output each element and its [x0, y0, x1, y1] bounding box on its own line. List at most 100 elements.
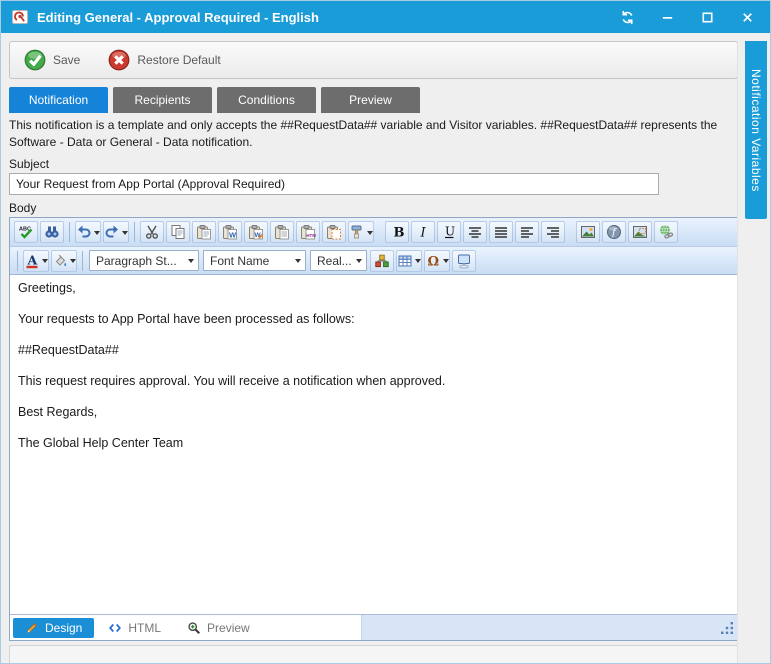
paste-html-icon[interactable]: HTML — [296, 221, 320, 243]
svg-text:W: W — [229, 231, 237, 240]
window-controls — [618, 8, 760, 26]
toolbar-separator — [134, 222, 135, 242]
editor-mode-tab-design[interactable]: Design — [13, 618, 94, 638]
save-label: Save — [53, 53, 80, 67]
title-bar: Editing General - Approval Required - En… — [1, 1, 770, 33]
spellcheck-icon[interactable]: ABC — [14, 221, 38, 243]
close-icon[interactable] — [738, 8, 756, 26]
chevron-down-icon — [356, 259, 362, 266]
dialog-footer-strip — [9, 645, 738, 664]
editor-content-area[interactable]: Greetings, Your requests to App Portal h… — [10, 274, 737, 614]
font-size-value: Real... — [317, 254, 352, 268]
paste-word-clean-icon[interactable]: W — [244, 221, 268, 243]
align-justify-icon[interactable] — [489, 221, 513, 243]
save-check-icon — [24, 49, 46, 71]
redo-icon[interactable] — [103, 221, 129, 243]
chevron-down-icon — [42, 259, 48, 266]
editor-mode-tab-label: HTML — [128, 621, 161, 635]
svg-text:HTML: HTML — [306, 233, 316, 238]
paste-word-icon[interactable]: W — [218, 221, 242, 243]
restore-default-button[interactable]: Restore Default — [108, 49, 220, 71]
chevron-down-icon — [94, 231, 100, 238]
magnifier-plus-icon — [187, 621, 201, 635]
paste-plain-icon[interactable] — [270, 221, 294, 243]
command-bar: Save Restore Default — [9, 41, 738, 79]
body-label: Body — [9, 201, 738, 215]
back-color-icon[interactable] — [51, 250, 77, 272]
template-notice-text: This notification is a template and only… — [9, 117, 738, 151]
tab-conditions[interactable]: Conditions — [217, 87, 316, 113]
dialog-window: Editing General - Approval Required - En… — [0, 0, 771, 664]
svg-text:I: I — [420, 226, 427, 241]
toolbar-separator — [82, 251, 83, 271]
editor-mode-strip: Design HTML Preview — [10, 614, 737, 640]
editor-toolbar-row1: ABC WW HTML BI Uf — [10, 218, 737, 246]
module-manager-icon[interactable] — [370, 250, 394, 272]
tab-recipients[interactable]: Recipients — [113, 87, 212, 113]
font-name-value: Font Name — [210, 254, 269, 268]
resize-grip[interactable] — [721, 622, 733, 634]
paste-icon[interactable] — [192, 221, 216, 243]
notification-variables-tab[interactable]: Notification Variables — [745, 41, 767, 219]
flash-manager-icon[interactable]: f — [602, 221, 626, 243]
cut-icon[interactable] — [140, 221, 164, 243]
chevron-down-icon — [443, 259, 449, 266]
side-panel-rail: Notification Variables — [737, 41, 770, 664]
subject-label: Subject — [9, 157, 738, 171]
paragraph-style-select[interactable]: Paragraph St... — [89, 250, 199, 271]
italic-icon[interactable]: I — [411, 221, 435, 243]
editor-mode-tab-label: Design — [45, 621, 82, 635]
editor-mode-tab-preview[interactable]: Preview — [175, 618, 262, 638]
rich-text-editor: ABC WW HTML BI Uf A Paragraph St... Font Name R… — [9, 217, 738, 641]
notification-tabs: NotificationRecipientsConditionsPreview — [9, 87, 738, 113]
bold-icon[interactable]: B — [385, 221, 409, 243]
chevron-down-icon — [415, 259, 421, 266]
chevron-down-icon — [295, 259, 301, 266]
dialog-body: Save Restore Default NotificationRecipie… — [1, 33, 770, 664]
editor-toolbar-row2: A Paragraph St... Font Name Real... Ω — [10, 246, 737, 274]
image-manager-icon[interactable] — [576, 221, 600, 243]
editor-mode-tabs: Design HTML Preview — [10, 615, 362, 640]
image-map-icon[interactable] — [628, 221, 652, 243]
restore-default-label: Restore Default — [137, 53, 220, 67]
chevron-down-icon — [367, 231, 373, 238]
align-right-icon[interactable] — [541, 221, 565, 243]
save-button[interactable]: Save — [24, 49, 80, 71]
chevron-down-icon — [188, 259, 194, 266]
paste-special-icon[interactable] — [322, 221, 346, 243]
chevron-down-icon — [122, 231, 128, 238]
font-name-select[interactable]: Font Name — [203, 250, 306, 271]
svg-text:B: B — [394, 226, 405, 241]
paragraph-style-value: Paragraph St... — [96, 254, 177, 268]
maximize-icon[interactable] — [698, 8, 716, 26]
toolbar-separator — [17, 251, 18, 271]
minimize-icon[interactable] — [658, 8, 676, 26]
refresh-icon[interactable] — [618, 8, 636, 26]
window-title: Editing General - Approval Required - En… — [37, 10, 618, 25]
tab-preview[interactable]: Preview — [321, 87, 420, 113]
align-center-icon[interactable] — [463, 221, 487, 243]
tab-notification[interactable]: Notification — [9, 87, 108, 113]
pencil-icon — [25, 621, 39, 635]
toolbar-separator — [69, 222, 70, 242]
underline-icon[interactable]: U — [437, 221, 461, 243]
editor-mode-tab-html[interactable]: HTML — [96, 618, 173, 638]
svg-text:Ω: Ω — [428, 254, 440, 269]
restore-x-icon — [108, 49, 130, 71]
html-code-icon — [108, 621, 122, 635]
align-left-icon[interactable] — [515, 221, 539, 243]
monitor-icon[interactable] — [452, 250, 476, 272]
app-portal-logo-icon — [11, 9, 29, 25]
undo-icon[interactable] — [75, 221, 101, 243]
font-color-icon[interactable]: A — [23, 250, 49, 272]
editor-mode-tab-label: Preview — [207, 621, 250, 635]
format-painter-icon[interactable] — [348, 221, 374, 243]
copy-icon[interactable] — [166, 221, 190, 243]
hyperlink-manager-icon[interactable] — [654, 221, 678, 243]
table-icon[interactable] — [396, 250, 422, 272]
find-icon[interactable] — [40, 221, 64, 243]
symbol-icon[interactable]: Ω — [424, 250, 450, 272]
font-size-select[interactable]: Real... — [310, 250, 367, 271]
svg-text:U: U — [445, 225, 455, 239]
subject-input[interactable] — [9, 173, 659, 195]
